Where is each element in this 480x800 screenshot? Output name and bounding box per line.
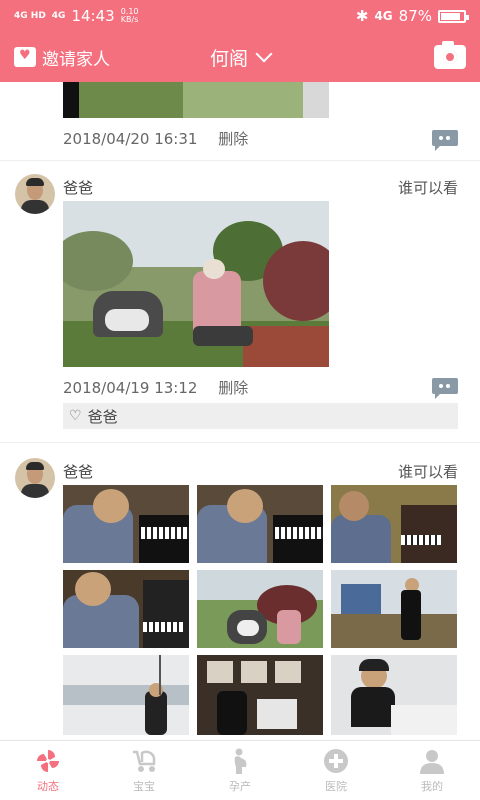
battery-fill: [441, 12, 461, 20]
battery-percent: 87%: [398, 7, 432, 25]
grid-photo[interactable]: [63, 485, 189, 563]
app-header: 邀请家人 何阁: [0, 32, 480, 82]
likes-names[interactable]: 爸爸: [88, 406, 118, 427]
grid-photo[interactable]: [63, 570, 189, 648]
post-photo[interactable]: [63, 82, 329, 118]
chevron-down-icon: [255, 45, 273, 63]
post-photo[interactable]: [63, 201, 329, 367]
battery-icon: [438, 9, 469, 23]
nav-label: 医院: [325, 779, 347, 793]
grid-photo[interactable]: [331, 655, 457, 735]
heart-envelope-icon: [14, 47, 36, 67]
bottom-nav: 动态 宝宝 孕产 医院 我的: [0, 740, 480, 800]
invite-label: 邀请家人: [42, 49, 110, 70]
pinwheel-icon: [33, 748, 63, 774]
nav-item-pregnancy[interactable]: 孕产: [192, 741, 288, 800]
visibility-button[interactable]: 谁可以看: [398, 177, 458, 198]
grid-photo[interactable]: [197, 655, 323, 735]
grid-photo[interactable]: [197, 570, 323, 648]
comment-icon[interactable]: [432, 378, 458, 399]
page-title: 何阁: [209, 47, 248, 70]
hospital-cross-icon: [321, 748, 351, 774]
nav-label: 孕产: [229, 779, 251, 793]
network-speed: 0.10 KB/s: [121, 8, 139, 24]
delete-button[interactable]: 删除: [218, 379, 248, 397]
camera-icon[interactable]: [434, 41, 466, 69]
nav-item-feed[interactable]: 动态: [0, 741, 96, 800]
post-author[interactable]: 爸爸: [63, 177, 93, 198]
post-meta: 2018/04/19 13:12 删除: [63, 377, 248, 398]
nav-item-hospital[interactable]: 医院: [288, 741, 384, 800]
divider: [0, 442, 480, 443]
bluetooth-icon: ✱: [355, 7, 369, 25]
heart-icon: ♡: [69, 408, 82, 424]
feed[interactable]: 2018/04/20 16:31 删除 爸爸 谁可以看 2018/04/19 1…: [0, 82, 480, 740]
status-bar: 4G HD 4G 14:43 0.10 KB/s ✱ 4G 87%: [0, 0, 480, 32]
post-timestamp: 2018/04/19 13:12: [63, 379, 198, 397]
post-timestamp: 2018/04/20 16:31: [63, 130, 198, 148]
grid-photo[interactable]: [197, 485, 323, 563]
pregnant-icon: [225, 748, 255, 774]
post-meta: 2018/04/20 16:31 删除: [63, 128, 248, 149]
nav-label: 动态: [37, 779, 59, 793]
nav-label: 我的: [421, 779, 443, 793]
comment-icon[interactable]: [432, 130, 458, 151]
family-switcher[interactable]: 何阁: [209, 44, 273, 71]
grid-photo[interactable]: [331, 485, 457, 563]
speed-unit: KB/s: [120, 15, 139, 24]
stroller-icon: [129, 748, 159, 774]
signal-indicator: 4G: [374, 8, 393, 23]
divider: [0, 160, 480, 161]
post-author[interactable]: 爸爸: [63, 461, 93, 482]
nav-label: 宝宝: [133, 779, 155, 793]
avatar[interactable]: [15, 174, 55, 214]
nav-item-baby[interactable]: 宝宝: [96, 741, 192, 800]
delete-button[interactable]: 删除: [218, 130, 248, 148]
clock: 14:43: [71, 7, 115, 25]
network-indicator-2: 4G: [51, 10, 66, 21]
visibility-button[interactable]: 谁可以看: [398, 461, 458, 482]
network-indicator: 4G HD: [14, 10, 46, 21]
grid-photo[interactable]: [331, 570, 457, 648]
invite-family-button[interactable]: 邀请家人: [14, 45, 110, 70]
grid-photo[interactable]: [63, 655, 189, 735]
avatar[interactable]: [15, 458, 55, 498]
nav-item-profile[interactable]: 我的: [384, 741, 480, 800]
profile-icon: [417, 748, 447, 774]
likes-bar: ♡ 爸爸: [63, 403, 458, 429]
